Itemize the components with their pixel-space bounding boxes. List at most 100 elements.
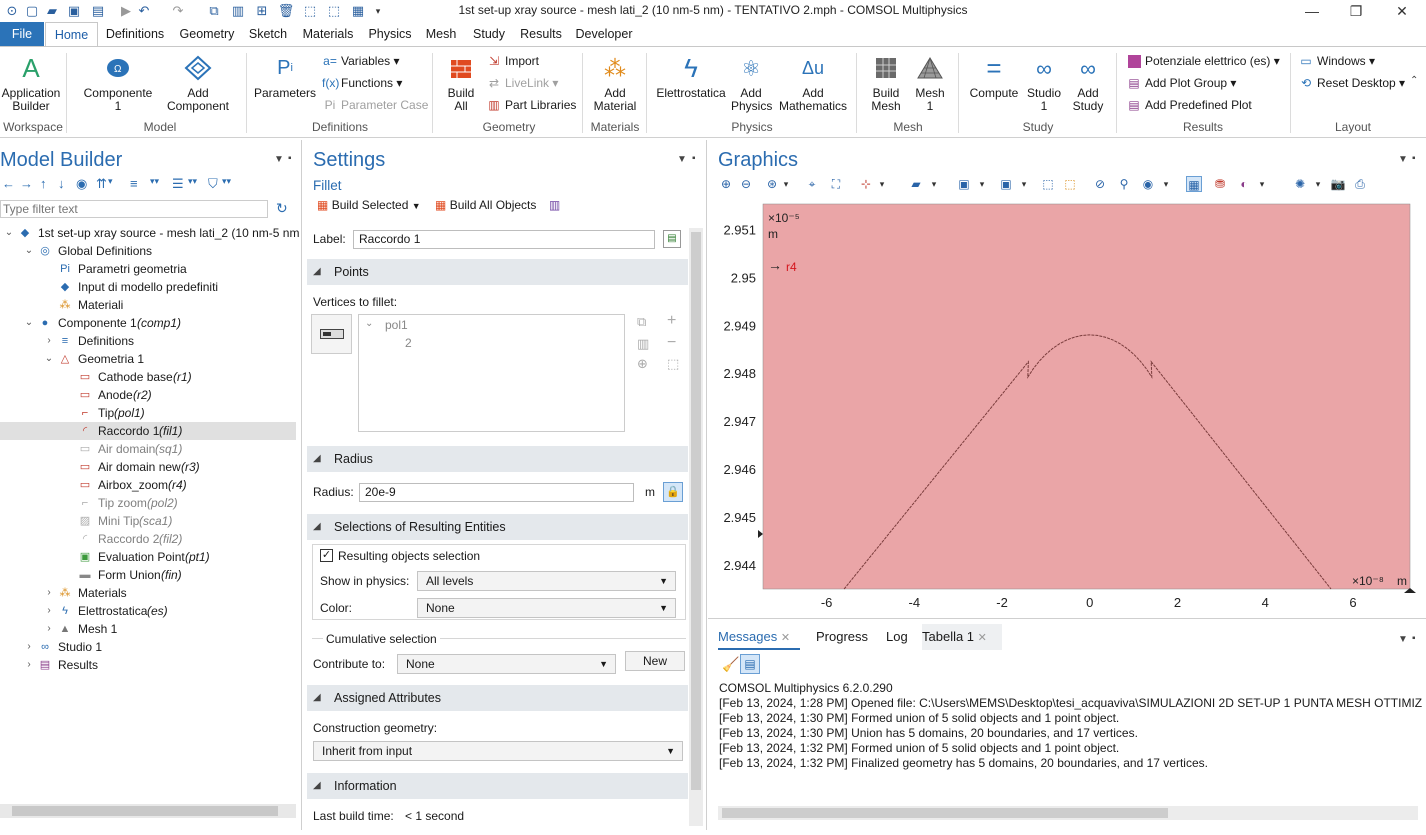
tree-item[interactable]: ▭ Anode (r2) [0, 386, 296, 404]
clear-selection-icon[interactable]: ⬚ [1062, 176, 1078, 192]
filter-dropdown-icon[interactable]: ▾▾ [222, 176, 231, 187]
zoom-dropdown-icon[interactable]: ▾ [778, 176, 794, 192]
transparency-icon[interactable]: ✺ [1292, 176, 1308, 192]
print-icon[interactable]: ⎙ [1352, 176, 1368, 192]
tree-item[interactable]: ◜ Raccordo 1 (fil1) [0, 422, 296, 440]
information-section-header[interactable]: ◢ Information [307, 773, 688, 799]
back-icon[interactable]: ← [2, 176, 15, 191]
application-builder-button[interactable]: A Application Builder [0, 53, 62, 113]
zoom-to-selection-icon[interactable]: ⊕ [637, 356, 648, 372]
select-domains-icon[interactable]: ▣ [956, 176, 972, 192]
part-libraries-button[interactable]: ▥ Part Libraries [486, 96, 576, 114]
tab-log[interactable]: Log [886, 624, 908, 650]
contribute-select[interactable]: None ▼ [397, 654, 616, 674]
clear-messages-icon[interactable]: 🧹 [722, 656, 739, 673]
add-predefined-plot-button[interactable]: ▤ Add Predefined Plot [1126, 96, 1251, 114]
tab-messages[interactable]: Messages ✕ [718, 624, 800, 650]
forward-icon[interactable]: → [20, 176, 33, 191]
vertices-item[interactable]: 2 [405, 336, 412, 350]
expanded-arrow-icon[interactable]: ⌄ [4, 224, 14, 242]
minimize-button[interactable]: — [1290, 0, 1334, 22]
add-plot-group-button[interactable]: ▤ Add Plot Group ▾ [1126, 74, 1236, 92]
collapse-ribbon-icon[interactable]: ⌃ [1410, 75, 1418, 86]
assigned-attributes-section-header[interactable]: ◢ Assigned Attributes [307, 685, 688, 711]
domains-dropdown-icon[interactable]: ▾ [974, 176, 990, 192]
parameter-case-button[interactable]: Pi Parameter Case [322, 96, 429, 114]
transparency-dropdown-icon[interactable]: ▾ [1310, 176, 1326, 192]
resulting-objects-checkbox[interactable]: ✓ [320, 549, 333, 562]
scrollbar-thumb[interactable] [722, 808, 1168, 818]
build-all-objects-button[interactable]: ▦ Build All Objects [435, 198, 536, 212]
build-mesh-button[interactable]: Build Mesh [864, 53, 908, 113]
view-dropdown-icon[interactable]: ▾ [1158, 176, 1174, 192]
reset-rendering-icon[interactable]: ⛃ [1212, 176, 1228, 192]
radius-input[interactable]: 20e-9 [359, 483, 634, 502]
add-component-button[interactable]: Add Component [158, 53, 238, 113]
pin-icon[interactable]: ▪ [1412, 153, 1416, 164]
tree-item[interactable]: Pi Parametri geometria [0, 260, 296, 278]
tree-item[interactable]: ⁂ Materiali [0, 296, 296, 314]
axis-orientation-icon[interactable]: ⊹ [858, 176, 874, 192]
scene-light-icon[interactable]: ◐ [1236, 176, 1252, 192]
tab-definitions[interactable]: Definitions [100, 22, 170, 46]
build-all-button[interactable]: Build All [440, 53, 482, 113]
expand-dropdown-icon[interactable]: ▾ [108, 176, 113, 187]
tree-item[interactable]: › ∞ Studio 1 [0, 638, 296, 656]
label-edit-icon[interactable]: ▤ [663, 230, 681, 248]
tree-item[interactable]: ⌐ Tip zoom (pol2) [0, 494, 296, 512]
image-snapshot-icon[interactable]: 📷 [1330, 176, 1346, 192]
add-mathematics-button[interactable]: Δu Add Mathematics [776, 53, 850, 113]
delete-icon[interactable]: 🗑 [278, 3, 295, 19]
select-icon[interactable]: ⬚ [302, 3, 318, 19]
collapsed-arrow-icon[interactable]: › [44, 584, 54, 602]
panel-menu-icon[interactable]: ▼ [677, 154, 687, 165]
cut-icon[interactable]: ▦ [350, 3, 366, 19]
move-down-icon[interactable]: ↓ [58, 176, 65, 191]
tab-file[interactable]: File [0, 22, 44, 46]
panel-menu-icon[interactable]: ▼ [1398, 634, 1408, 645]
reset-desktop-button[interactable]: ⟲ Reset Desktop ▾ [1298, 74, 1405, 92]
graphics-canvas[interactable]: 2.951 2.95 2.949 2.948 2.947 2.946 2.945 2.944 -… [712, 200, 1424, 620]
axis-dropdown-icon[interactable]: ▾ [874, 176, 890, 192]
tree-item[interactable]: ⌐ Tip (pol1) [0, 404, 296, 422]
tree-item[interactable]: ⌄ ● Componente 1 (comp1) [0, 314, 296, 332]
tree-item[interactable]: ▭ Airbox_zoom (r4) [0, 476, 296, 494]
save-icon[interactable]: ▣ [66, 3, 82, 19]
scene-dropdown-icon[interactable]: ▾ [1254, 176, 1270, 192]
tree-item[interactable]: ▬ Form Union (fin) [0, 566, 296, 584]
add-physics-button[interactable]: ⚛ Add Physics [728, 53, 774, 113]
collapsed-arrow-icon[interactable]: › [44, 332, 54, 350]
points-section-header[interactable]: ◢ Points [307, 259, 688, 285]
tree-item[interactable]: ◆ Input di modello predefiniti [0, 278, 296, 296]
tree-filter-input[interactable] [0, 200, 268, 218]
zoom-in-icon[interactable]: ⊕ [718, 176, 734, 192]
scroll-lock-icon[interactable]: ▤ [740, 654, 760, 674]
tree-item[interactable]: ▭ Air domain (sq1) [0, 440, 296, 458]
tree-item[interactable]: ▭ Cathode base (r1) [0, 368, 296, 386]
livelink-button[interactable]: ⇄ LiveLink ▾ [486, 74, 558, 92]
run-icon[interactable]: ▶ [118, 3, 134, 19]
refresh-icon[interactable]: ↻ [276, 200, 288, 217]
expanded-arrow-icon[interactable]: ⌄ [44, 350, 54, 368]
tab-physics[interactable]: Physics [364, 22, 416, 46]
clear-selection-icon[interactable]: ⬚ [667, 356, 679, 372]
collapse-dropdown-icon[interactable]: ▾▾ [150, 176, 159, 187]
show-icon[interactable]: ◉ [76, 176, 87, 192]
select-dropdown-icon[interactable]: ▾ [926, 176, 942, 192]
color-select[interactable]: None ▼ [417, 598, 676, 618]
panel-menu-icon[interactable]: ▼ [274, 154, 284, 165]
tree-item[interactable]: ◜ Raccordo 2 (fil2) [0, 530, 296, 548]
scrollbar-thumb[interactable] [691, 232, 701, 790]
view-icon[interactable]: ◉ [1140, 176, 1156, 192]
show-hidden-icon[interactable]: ⚲ [1116, 176, 1132, 192]
tree-item[interactable]: › ϟ Elettrostatica (es) [0, 602, 296, 620]
select-boundaries-icon[interactable]: ▣ [998, 176, 1014, 192]
list-dropdown-icon[interactable]: ▾▾ [188, 176, 197, 187]
collapse-icon[interactable]: ≡ [130, 176, 138, 191]
collapse-arrow-icon[interactable]: ⌄ [365, 318, 373, 329]
expanded-arrow-icon[interactable]: ⌄ [24, 242, 34, 260]
collapsed-arrow-icon[interactable]: › [24, 656, 34, 674]
copy-selection-icon[interactable]: ⧉ [637, 314, 646, 330]
expanded-arrow-icon[interactable]: ⌄ [24, 314, 34, 332]
tab-results[interactable]: Results [516, 22, 566, 46]
